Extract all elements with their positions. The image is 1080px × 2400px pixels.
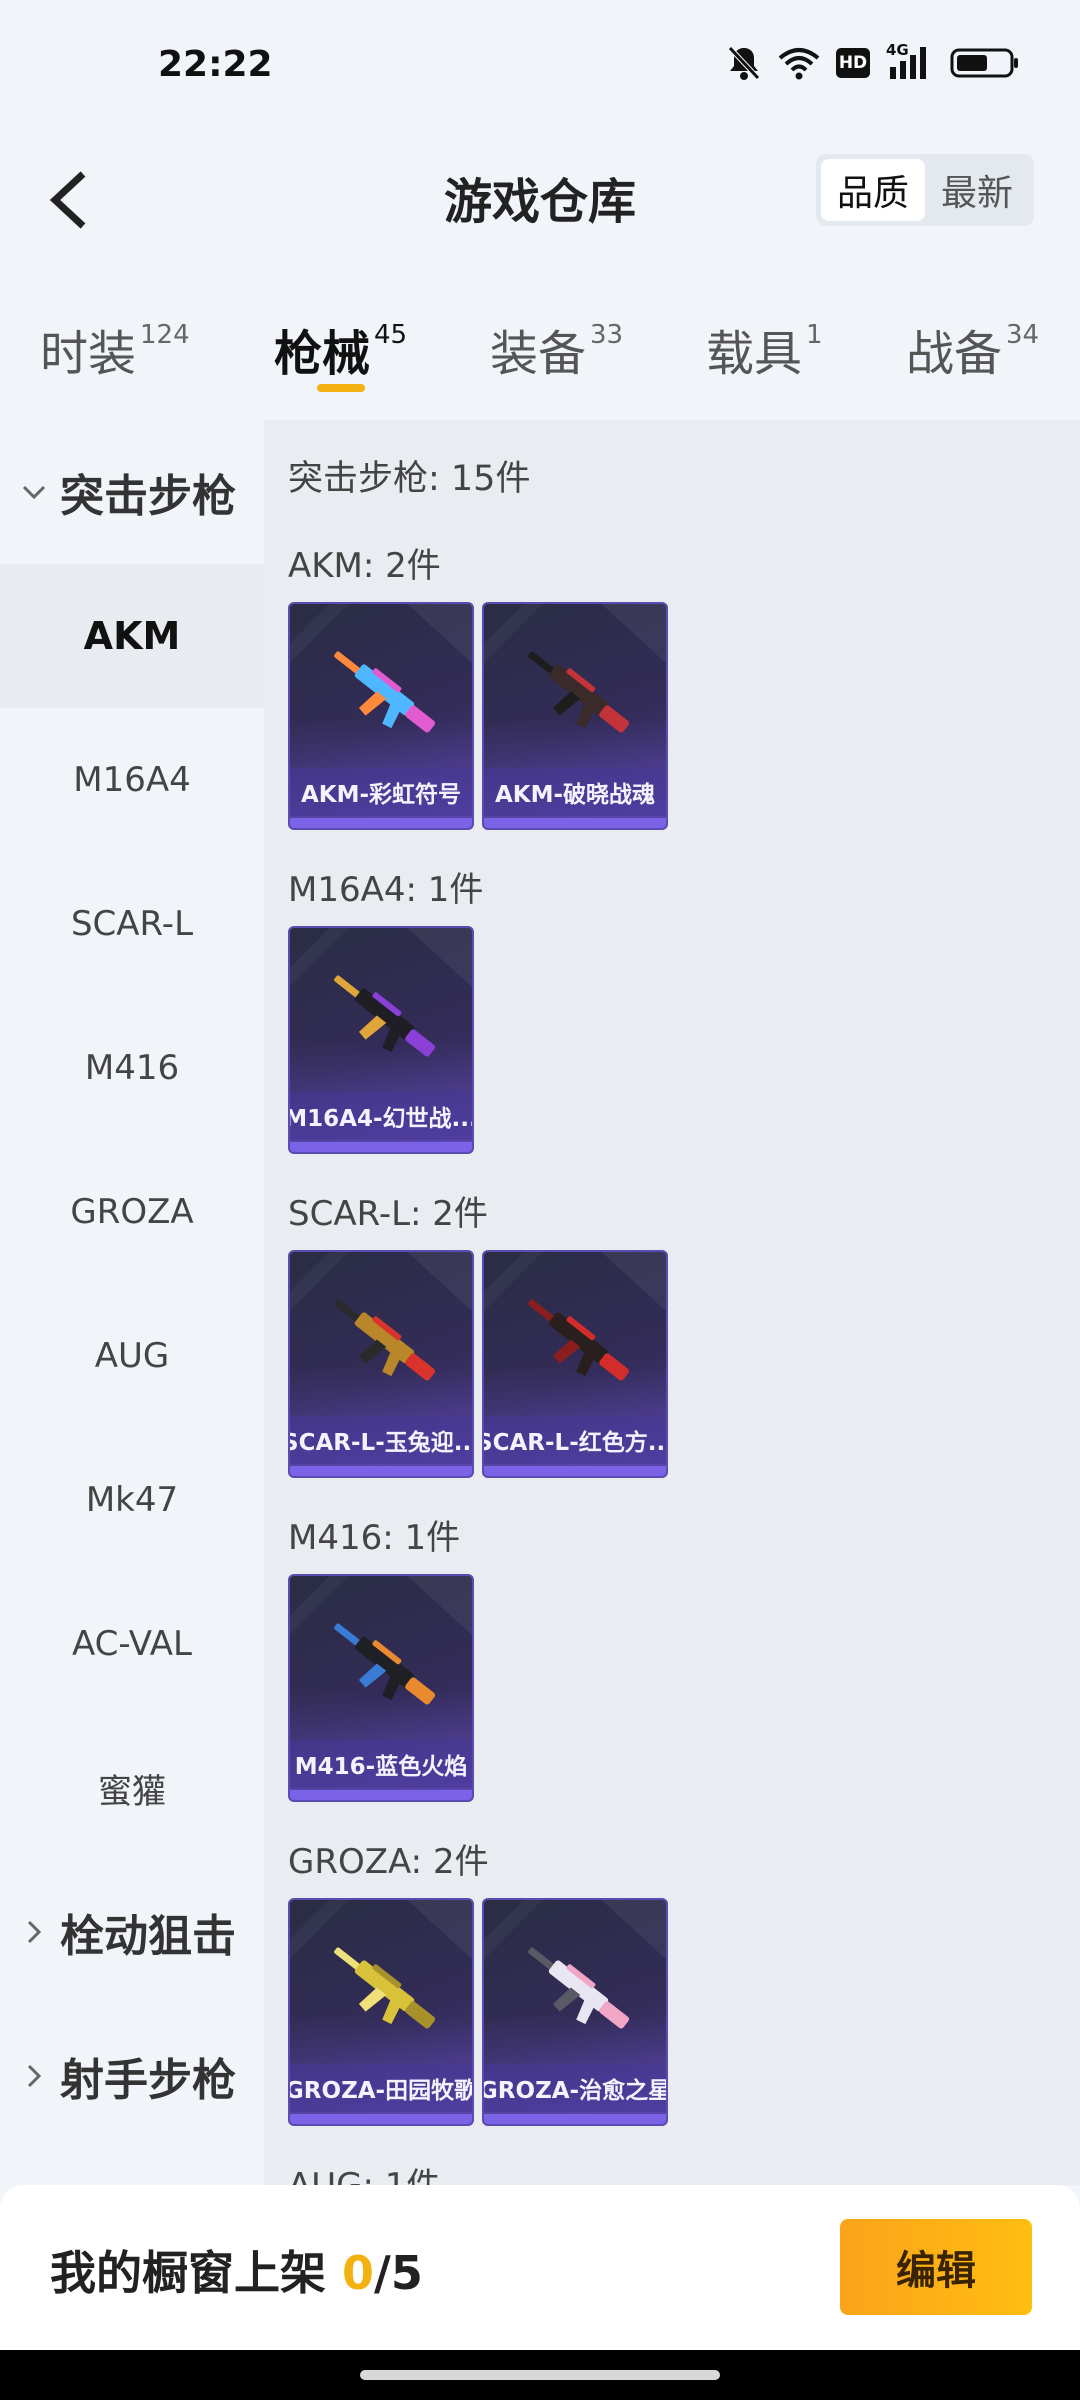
section-header: AUG: 1件	[288, 2158, 440, 2185]
weapon-skin-card[interactable]: AKM-彩虹符号	[288, 602, 474, 830]
sort-toggle: 品质 最新	[815, 154, 1034, 226]
tab-count: 45	[374, 320, 408, 350]
tab-count: 124	[140, 320, 190, 350]
quality-bar	[290, 1142, 472, 1152]
sidebar-item-groza[interactable]: GROZA	[0, 1140, 264, 1284]
weapon-skin-card[interactable]: M416-蓝色火焰	[288, 1574, 474, 1802]
tab-vehicles[interactable]: 载具 1	[706, 314, 823, 384]
weapon-skin-card[interactable]: M16A4-幻世战...	[288, 926, 474, 1154]
quality-bar	[290, 818, 472, 828]
section-header: GROZA: 2件	[288, 1842, 489, 1882]
tab-supplies[interactable]: 战备 34	[906, 314, 1039, 384]
sidebar-group-assault-rifles[interactable]: 突击步枪	[0, 420, 264, 564]
tab-label: 装备	[490, 326, 587, 382]
showcase-bar: 我的橱窗上架 0/5 编辑	[0, 2185, 1080, 2350]
card-item-name: M416-蓝色火焰	[290, 1740, 472, 1788]
chevron-right-icon	[0, 2063, 60, 2089]
rifle-icon	[334, 1623, 436, 1705]
tab-count: 34	[1006, 320, 1040, 350]
sidebar-item-scar-l[interactable]: SCAR-L	[0, 852, 264, 996]
rifle-icon	[334, 1947, 436, 2029]
home-gesture-handle[interactable]	[360, 2370, 720, 2380]
tab-fashion[interactable]: 时装 124	[40, 314, 190, 384]
card-item-name: SCAR-L-玉兔迎...	[290, 1416, 472, 1464]
weapon-skin-card[interactable]: AKM-破晓战魂	[482, 602, 668, 830]
card-item-name: SCAR-L-红色方...	[484, 1416, 666, 1464]
sidebar-group-label: 射手步枪	[60, 2055, 236, 2106]
item-grid-panel: 突击步枪: 15件 AKM: 2件 AKM-彩虹符号 AKM-破晓战魂 M16A4: …	[264, 420, 1080, 2185]
card-item-name: M16A4-幻世战...	[290, 1092, 472, 1140]
tab-label: 时装	[40, 326, 137, 382]
sidebar-item-honey-badger[interactable]: 蜜獾	[0, 1716, 264, 1860]
sidebar-group-label: 栓动狙击	[60, 1911, 236, 1962]
sidebar-group-label: 突击步枪	[60, 471, 236, 522]
rifle-icon	[528, 1299, 630, 1381]
tab-label: 载具	[706, 326, 803, 382]
weapon-skin-card[interactable]: SCAR-L-玉兔迎...	[288, 1250, 474, 1478]
battery-icon	[950, 46, 1020, 80]
category-tabs: 时装 124 枪械 45 装备 33 载具 1 战备 34	[0, 300, 1080, 410]
rifle-icon	[528, 1947, 630, 2029]
system-nav-bar	[0, 2350, 1080, 2400]
edit-button[interactable]: 编辑	[840, 2219, 1032, 2315]
rifle-icon	[334, 1299, 436, 1381]
signal-4g-icon: 4G	[886, 41, 934, 81]
rifle-icon	[334, 651, 436, 733]
sidebar-item-aug[interactable]: AUG	[0, 1284, 264, 1428]
tab-equipment[interactable]: 装备 33	[490, 314, 623, 384]
card-item-name: AKM-破晓战魂	[484, 768, 666, 816]
sidebar-item-m416[interactable]: M416	[0, 996, 264, 1140]
tab-firearms[interactable]: 枪械 45	[274, 314, 407, 384]
rifle-icon	[528, 651, 630, 733]
app-header: 游戏仓库 品质 最新	[0, 130, 1080, 260]
hd-icon: HD	[836, 48, 870, 78]
bell-muted-icon	[726, 44, 762, 82]
tab-label: 战备	[906, 326, 1003, 382]
section-header: AKM: 2件	[288, 546, 441, 586]
chevron-down-icon	[0, 483, 60, 501]
quality-bar	[484, 2114, 666, 2124]
section-header: M16A4: 1件	[288, 870, 484, 910]
sort-quality-option[interactable]: 品质	[820, 159, 925, 221]
category-summary: 突击步枪: 15件	[288, 459, 531, 499]
rifle-icon	[334, 975, 436, 1057]
weapon-skin-card[interactable]: SCAR-L-红色方...	[482, 1250, 668, 1478]
sidebar-item-mk47[interactable]: Mk47	[0, 1428, 264, 1572]
card-item-name: GROZA-治愈之星	[484, 2064, 666, 2112]
weapon-skin-card[interactable]: GROZA-田园牧歌	[288, 1898, 474, 2126]
section-header: M416: 1件	[288, 1518, 461, 1558]
wifi-icon	[778, 46, 820, 80]
showcase-total: /5	[374, 2246, 423, 2300]
status-icons: HD 4G	[726, 41, 1020, 82]
section-header: SCAR-L: 2件	[288, 1194, 488, 1234]
tab-label: 枪械	[274, 326, 371, 382]
subcategory-sidebar: 突击步枪 AKM M16A4 SCAR-L M416 GROZA AUG Mk4…	[0, 420, 264, 2185]
tab-count: 1	[806, 320, 823, 350]
sidebar-item-m16a4[interactable]: M16A4	[0, 708, 264, 852]
sort-newest-option[interactable]: 最新	[925, 159, 1029, 221]
card-item-name: GROZA-田园牧歌	[290, 2064, 472, 2112]
quality-bar	[290, 2114, 472, 2124]
quality-bar	[484, 818, 666, 828]
sidebar-group-marksman-rifles[interactable]: 射手步枪	[0, 2004, 264, 2148]
quality-bar	[290, 1466, 472, 1476]
status-time: 22:22	[158, 44, 273, 85]
showcase-current-count: 0	[342, 2246, 375, 2300]
weapon-skin-card[interactable]: GROZA-治愈之星	[482, 1898, 668, 2126]
chevron-right-icon	[0, 1919, 60, 1945]
quality-bar	[484, 1466, 666, 1476]
sidebar-item-ac-val[interactable]: AC-VAL	[0, 1572, 264, 1716]
tab-count: 33	[590, 320, 624, 350]
sidebar-item-akm[interactable]: AKM	[0, 564, 264, 708]
active-tab-indicator	[317, 384, 365, 392]
showcase-label: 我的橱窗上架	[50, 2246, 326, 2300]
card-item-name: AKM-彩虹符号	[290, 768, 472, 816]
status-bar: 22:22 HD 4G	[0, 0, 1080, 130]
showcase-status: 我的橱窗上架 0/5	[50, 2237, 423, 2303]
sidebar-group-bolt-snipers[interactable]: 栓动狙击	[0, 1860, 264, 2004]
quality-bar	[290, 1790, 472, 1800]
